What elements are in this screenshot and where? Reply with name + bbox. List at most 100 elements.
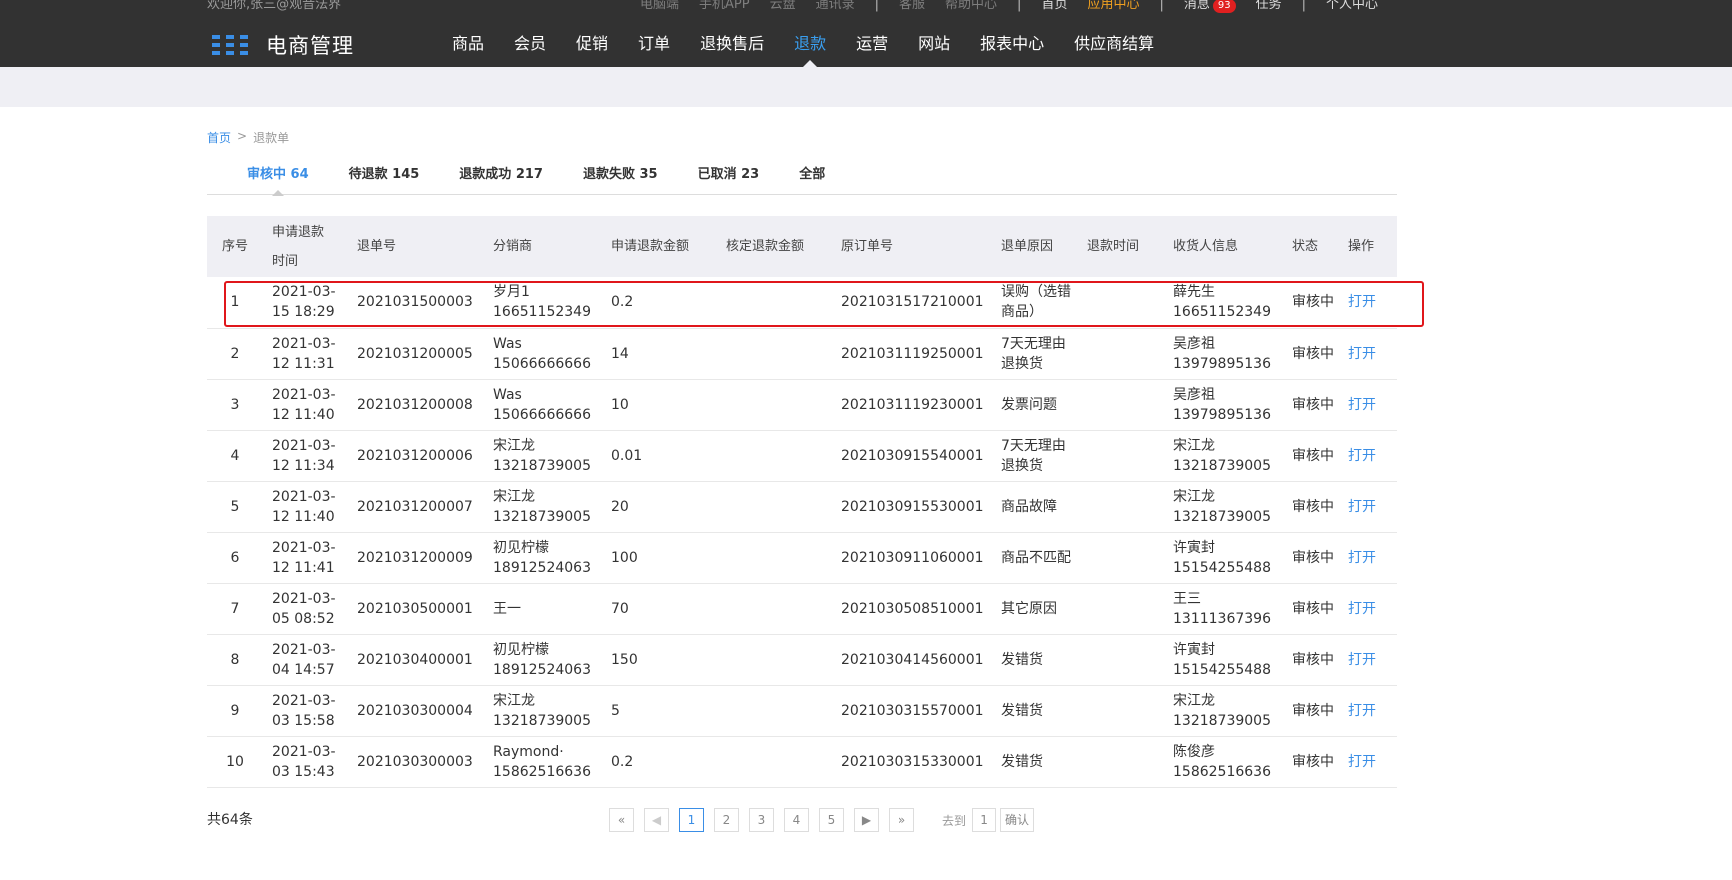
cell-order-no: 2021031119250001 (841, 345, 984, 362)
link-service[interactable]: 客服 (899, 0, 925, 13)
cell-status: 审核中 (1292, 396, 1334, 413)
prev-page-button[interactable]: ◀ (644, 808, 669, 832)
cell-distributor-name: Was (493, 335, 522, 352)
nav-operations[interactable]: 运营 (856, 34, 888, 67)
goto-confirm-button[interactable]: 确认 (1000, 808, 1035, 832)
open-link[interactable]: 打开 (1348, 294, 1376, 310)
link-cloud[interactable]: 云盘 (770, 0, 796, 13)
link-messages[interactable]: 消息 93 (1184, 0, 1236, 13)
cell-apply-amount: 20 (611, 498, 629, 515)
cell-refund-time (1078, 481, 1164, 532)
cell-apply-clock: 03 15:43 (272, 763, 335, 780)
cell-order-no: 2021030414560001 (841, 651, 984, 668)
nav-refunds[interactable]: 退款 (794, 34, 826, 67)
nav-orders[interactable]: 订单 (638, 34, 670, 67)
link-app-center[interactable]: 应用中心 (1087, 0, 1139, 13)
cell-distributor-name: 宋江龙 (493, 692, 535, 709)
page-2-button[interactable]: 2 (714, 808, 739, 832)
cell-apply-amount: 70 (611, 600, 629, 617)
cell-apply-clock: 12 11:34 (272, 457, 335, 474)
link-contacts[interactable]: 通讯录 (816, 0, 855, 13)
cell-distributor-name: 初见柠檬 (493, 641, 549, 658)
tab-refund-failed[interactable]: 退款失败 35 (563, 162, 678, 195)
cell-receiver: 吴彦祖 13979895136 (1164, 379, 1283, 430)
cell-apply-date: 2021-03- (272, 539, 336, 556)
tab-reviewing[interactable]: 审核中 64 (227, 162, 329, 196)
open-link[interactable]: 打开 (1348, 652, 1376, 668)
nav-reports[interactable]: 报表中心 (980, 34, 1044, 67)
page-5-button[interactable]: 5 (819, 808, 844, 832)
col-reason: 退单原因 (1001, 239, 1054, 254)
cell-distributor-phone: 15066666666 (493, 406, 591, 423)
app-title: 电商管理 (266, 34, 354, 58)
page-4-button[interactable]: 4 (784, 808, 809, 832)
cell-status: 审核中 (1292, 600, 1334, 617)
nav-members[interactable]: 会员 (514, 34, 546, 67)
cell-receiver-phone: 15154255488 (1173, 559, 1271, 576)
link-app[interactable]: 手机APP (699, 0, 750, 13)
cell-seq: 7 (230, 600, 240, 617)
cell-distributor: 宋江龙 13218739005 (484, 481, 602, 532)
first-page-button[interactable]: « (609, 808, 634, 832)
cell-receiver: 宋江龙 13218739005 (1164, 430, 1283, 481)
page-1-button[interactable]: 1 (679, 808, 704, 832)
table-row: 10 2021-03- 03 15:43 2021030300003 Raymon… (207, 736, 1397, 787)
link-help[interactable]: 帮助中心 (945, 0, 997, 13)
cell-receiver-phone: 13979895136 (1173, 355, 1271, 372)
welcome-text: 欢迎你,张三@观音法界 (207, 0, 342, 12)
open-link[interactable]: 打开 (1348, 703, 1376, 719)
open-link[interactable]: 打开 (1348, 754, 1376, 770)
cell-apply-time: 2021-03- 15 18:29 (263, 277, 348, 328)
nav-promotions[interactable]: 促销 (576, 34, 608, 67)
cell-reason: 7天无理由退换货 (1001, 437, 1066, 474)
link-profile[interactable]: 个人中心 (1326, 0, 1378, 13)
app-logo[interactable]: 电商管理 (212, 30, 354, 60)
cell-apply-date: 2021-03- (272, 641, 336, 658)
nav-website[interactable]: 网站 (918, 34, 950, 67)
cell-receiver: 陈俊彦 15862516636 (1164, 736, 1283, 787)
open-link[interactable]: 打开 (1348, 346, 1376, 362)
cell-order-no: 2021030315570001 (841, 702, 984, 719)
open-link[interactable]: 打开 (1348, 397, 1376, 413)
link-pc[interactable]: 电脑端 (640, 0, 679, 13)
cell-distributor-phone: 13218739005 (493, 457, 591, 474)
cell-approved-amount (717, 532, 832, 583)
next-page-button[interactable]: ▶ (854, 808, 879, 832)
breadcrumb-home[interactable]: 首页 (207, 129, 231, 146)
tab-cancelled[interactable]: 已取消 23 (678, 162, 780, 195)
open-link[interactable]: 打开 (1348, 499, 1376, 515)
nav-products[interactable]: 商品 (452, 34, 484, 67)
open-link[interactable]: 打开 (1348, 601, 1376, 617)
link-tasks[interactable]: 任务 (1256, 0, 1282, 13)
col-apply-amount: 申请退款金额 (611, 239, 690, 254)
main-nav: 商品 会员 促销 订单 退换售后 退款 运营 网站 报表中心 供应商结算 (452, 34, 1184, 67)
open-link[interactable]: 打开 (1348, 550, 1376, 566)
cell-order-no: 2021030911060001 (841, 549, 984, 566)
cell-distributor: Was 15066666666 (484, 328, 602, 379)
cell-action: 打开 (1339, 685, 1397, 736)
nav-supplier-settlement[interactable]: 供应商结算 (1074, 34, 1154, 67)
col-refund-no: 退单号 (357, 239, 397, 254)
link-home[interactable]: 首页 (1041, 0, 1067, 13)
cell-refund-time (1078, 634, 1164, 685)
cell-order-no: 2021030915530001 (841, 498, 984, 515)
col-refund-time: 退款时间 (1087, 239, 1140, 254)
last-page-button[interactable]: » (889, 808, 914, 832)
cell-distributor: 初见柠檬 18912524063 (484, 634, 602, 685)
goto-page-input[interactable]: 1 (972, 808, 997, 832)
cell-receiver: 薛先生 16651152349 (1164, 277, 1283, 328)
open-link[interactable]: 打开 (1348, 448, 1376, 464)
tab-pending-refund[interactable]: 待退款 145 (329, 162, 440, 195)
total-count: 共64条 (207, 812, 253, 828)
cell-refund-time (1078, 685, 1164, 736)
cell-distributor-phone: 13218739005 (493, 712, 591, 729)
cell-receiver-name: 许寅封 (1173, 539, 1215, 556)
cell-apply-date: 2021-03- (272, 335, 336, 352)
tab-all[interactable]: 全部 (779, 162, 845, 195)
tab-refund-success[interactable]: 退款成功 217 (439, 162, 563, 195)
cell-apply-time: 2021-03- 04 14:57 (263, 634, 348, 685)
breadcrumb: 首页 > 退款单 (207, 129, 289, 146)
nav-returns[interactable]: 退换售后 (700, 34, 764, 67)
page-3-button[interactable]: 3 (749, 808, 774, 832)
utility-links: 电脑端 手机APP 云盘 通讯录 | 客服 帮助中心 | 首页 应用中心 | 消… (640, 0, 1398, 13)
